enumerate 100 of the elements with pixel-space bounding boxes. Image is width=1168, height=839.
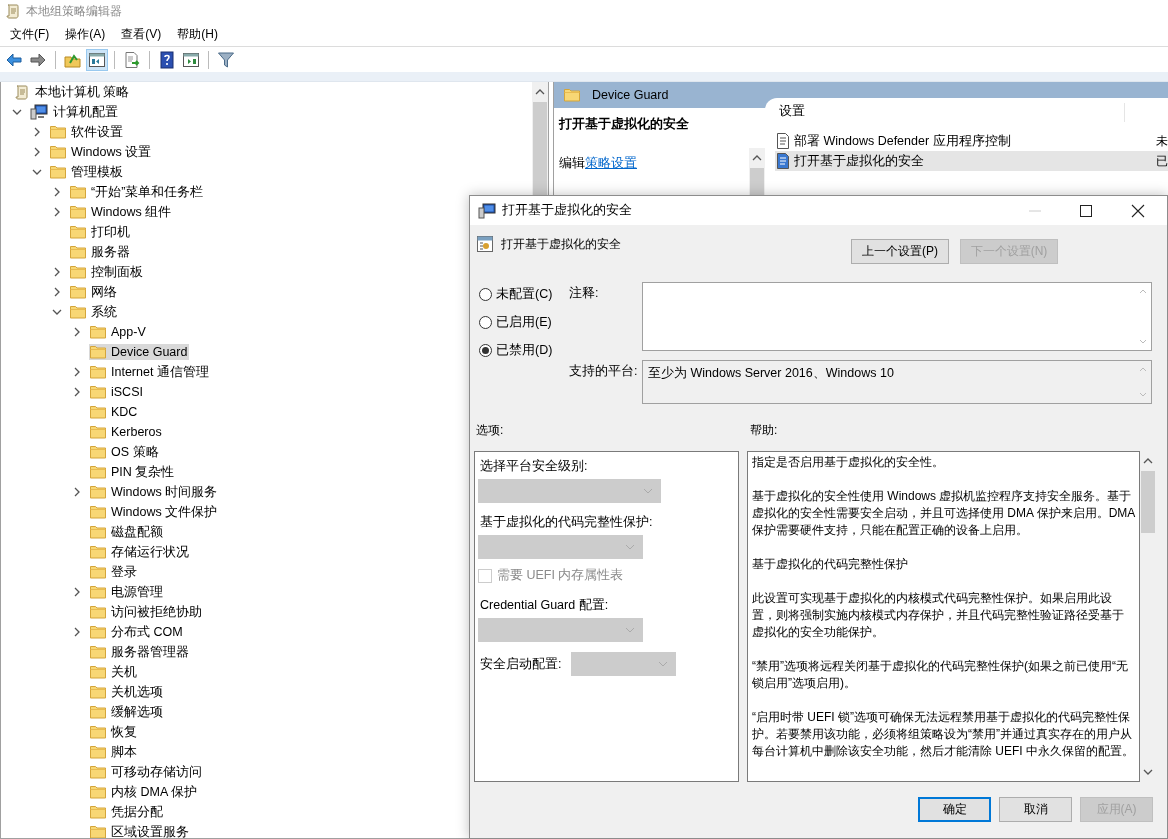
computer-icon <box>478 202 496 219</box>
tree-item[interactable]: 服务器 <box>69 242 132 262</box>
tree-item[interactable]: 区域设置服务 <box>89 822 191 838</box>
tree-item[interactable]: 凭据分配 <box>89 802 165 822</box>
folder-icon <box>70 245 86 259</box>
folder-icon <box>90 465 106 479</box>
folder-icon <box>50 145 66 159</box>
list-row[interactable]: 打开基于虚拟化的安全 已 <box>775 151 1168 171</box>
pane-title: Device Guard <box>592 88 669 102</box>
tree-item[interactable]: PIN 复杂性 <box>89 462 177 482</box>
tree-item[interactable]: 存储运行状况 <box>89 542 191 562</box>
menu-item[interactable]: 操作(A) <box>57 23 114 45</box>
setting-title: 打开基于虚拟化的安全 <box>501 236 622 253</box>
tree-item[interactable]: Internet 通信管理 <box>89 362 211 382</box>
tree-item[interactable]: 电源管理 <box>89 582 165 602</box>
folder-icon <box>90 445 106 459</box>
policy-scroll-icon <box>5 3 21 19</box>
pane-toggle-icon <box>88 50 106 69</box>
list-row[interactable]: 部署 Windows Defender 应用程序控制 未 <box>775 131 1168 151</box>
tree-item[interactable]: 登录 <box>89 562 139 582</box>
radio-option[interactable]: 已启用(E) <box>479 314 569 330</box>
section-label: 选项: <box>475 422 505 438</box>
tree-item[interactable]: “开始”菜单和任务栏 <box>69 182 206 202</box>
tree-item[interactable]: 脚本 <box>89 742 139 762</box>
menu-item[interactable]: 帮助(H) <box>169 23 226 45</box>
folder-icon <box>70 285 86 299</box>
folder-icon <box>90 385 106 399</box>
chevron-down-icon <box>625 627 635 633</box>
option-label: 基于虚拟化的代码完整性保护: <box>479 514 653 531</box>
folder-icon <box>90 585 106 599</box>
folder-icon <box>90 645 106 659</box>
tree-item[interactable]: App-V <box>89 324 148 340</box>
tree-item[interactable]: 分布式 COM <box>89 622 185 642</box>
scroll-thumb[interactable] <box>1141 471 1155 533</box>
tree-item[interactable]: OS 策略 <box>89 442 161 462</box>
tree-item[interactable]: 访问被拒绝协助 <box>89 602 204 622</box>
tree-item[interactable]: 系统 <box>69 302 119 322</box>
tree-item[interactable]: 恢复 <box>89 722 139 742</box>
tree-item[interactable]: 内核 DMA 保护 <box>89 782 200 802</box>
radio-button[interactable] <box>479 343 492 357</box>
option-label: 安全启动配置: <box>479 655 562 673</box>
help-paragraph: 指定是否启用基于虚拟化的安全性。 <box>752 454 945 471</box>
tree-item[interactable]: 本地计算机 策略 <box>13 82 132 102</box>
menu-item[interactable]: 文件(F) <box>2 23 58 45</box>
tree-item[interactable]: 关机选项 <box>89 682 165 702</box>
table-cell: 未 <box>1156 132 1168 150</box>
folder-icon <box>90 805 106 819</box>
dialog-button[interactable]: 取消 <box>999 797 1072 822</box>
tree-item[interactable]: 可移动存储访问 <box>89 762 204 782</box>
tree-item[interactable]: 网络 <box>69 282 119 302</box>
help-icon <box>158 50 176 69</box>
tree-item[interactable]: 软件设置 <box>49 122 125 142</box>
tree-item[interactable]: 打印机 <box>69 222 132 242</box>
tree-item[interactable]: Windows 文件保护 <box>89 502 220 522</box>
folder-icon <box>90 505 106 519</box>
tree-item[interactable]: KDC <box>89 404 140 420</box>
field-label: 支持的平台: <box>569 363 639 380</box>
comment-field[interactable] <box>642 282 1152 351</box>
radio-option[interactable]: 未配置(C) <box>479 286 569 302</box>
tree-item[interactable]: 控制面板 <box>69 262 145 282</box>
folder-icon <box>90 685 106 699</box>
computer-icon <box>30 104 48 120</box>
folder-icon <box>70 205 86 219</box>
tree-item[interactable]: Kerberos <box>89 424 164 440</box>
tree-item[interactable]: 关机 <box>89 662 139 682</box>
menu-item[interactable]: 查看(V) <box>113 23 170 45</box>
tree-item[interactable]: Windows 设置 <box>49 142 154 162</box>
maximize-icon[interactable] <box>1079 203 1093 218</box>
tree-item[interactable]: iSCSI <box>89 384 145 400</box>
nav-button[interactable]: 上一个设置(P) <box>851 239 949 264</box>
close-icon[interactable] <box>1131 203 1145 218</box>
help-paragraph: 基于虚拟化的安全性使用 Windows 虚拟机监控程序支持安全服务。基于虚拟化的安全性需要安全启动，并且可选择使用 DMA 保护来启用。DMA 保护需要硬件支持，只能在配置正确的设备上启用。 <box>752 488 1135 539</box>
folder-icon <box>90 605 106 619</box>
folder-icon <box>90 525 106 539</box>
toolbar-button[interactable] <box>86 48 108 71</box>
column-header[interactable]: 设置 <box>779 103 1125 122</box>
tree-item[interactable]: 计算机配置 <box>29 102 120 122</box>
tree-item[interactable]: Windows 组件 <box>69 202 174 222</box>
folder-icon <box>90 425 106 439</box>
folder-icon <box>70 305 86 319</box>
panel-icon <box>182 50 200 69</box>
radio-button[interactable] <box>479 287 492 301</box>
tree-item[interactable]: Windows 时间服务 <box>89 482 220 502</box>
folder-icon <box>70 265 86 279</box>
folder-icon <box>50 125 66 139</box>
folder-icon <box>70 185 86 199</box>
policy-scroll-icon <box>14 84 30 100</box>
dialog-button[interactable]: 确定 <box>918 797 991 822</box>
radio-button[interactable] <box>479 315 492 329</box>
policy-settings-link[interactable]: 策略设置 <box>585 156 637 170</box>
tree-item[interactable]: 管理模板 <box>49 162 125 182</box>
folder-icon <box>90 545 106 559</box>
tree-item[interactable]: 缓解选项 <box>89 702 165 722</box>
folder-icon <box>50 165 66 179</box>
tree-item[interactable]: Device Guard <box>89 344 190 360</box>
radio-option[interactable]: 已禁用(D) <box>479 342 569 358</box>
folder-icon <box>70 225 86 239</box>
folder-icon <box>90 565 106 579</box>
tree-item[interactable]: 磁盘配额 <box>89 522 165 542</box>
tree-item[interactable]: 服务器管理器 <box>89 642 191 662</box>
